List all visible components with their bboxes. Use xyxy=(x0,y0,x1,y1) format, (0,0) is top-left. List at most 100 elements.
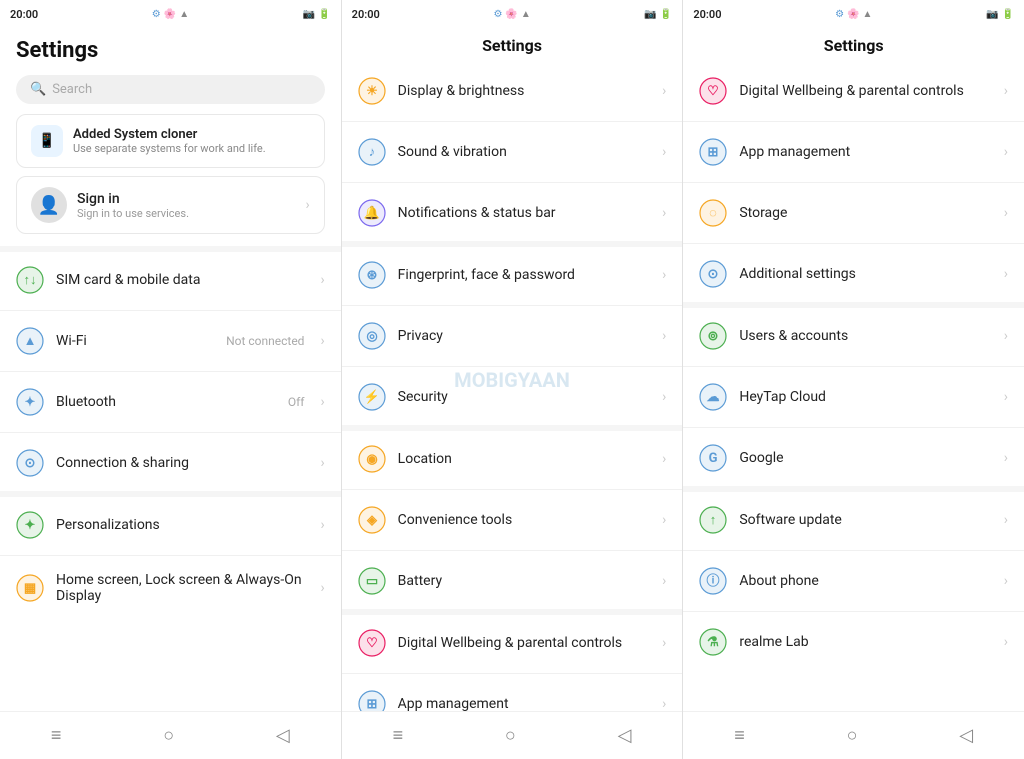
home-icon[interactable]: ○ xyxy=(505,725,516,746)
icon-fingerprint-icon: ⊛ xyxy=(358,261,386,289)
settings-label: Convenience tools xyxy=(398,512,650,528)
item-divider xyxy=(683,427,1024,428)
chevron-icon: › xyxy=(1004,450,1008,466)
svg-text:◌: ◌ xyxy=(709,206,717,221)
settings-label: Notifications & status bar xyxy=(398,205,650,221)
settings-label-wrap: Google xyxy=(739,450,991,466)
icon-security-icon: ⚡ xyxy=(358,383,386,411)
signin-card[interactable]: 👤 Sign in Sign in to use services. › xyxy=(16,176,325,234)
icon-personalize-icon: ✦ xyxy=(16,511,44,539)
settings-label: Fingerprint, face & password xyxy=(398,267,650,283)
settings-label-wrap: Software update xyxy=(739,512,991,528)
page-title: Settings xyxy=(342,28,683,65)
menu-icon[interactable]: ≡ xyxy=(734,725,745,746)
chevron-icon: › xyxy=(662,696,666,712)
section-divider xyxy=(683,486,1024,492)
chevron-icon: › xyxy=(1004,573,1008,589)
settings-item[interactable]: ⊙ Additional settings› xyxy=(683,248,1024,300)
settings-item[interactable]: ◎ Privacy› xyxy=(342,310,683,362)
chevron-icon: › xyxy=(1004,389,1008,405)
item-divider xyxy=(342,550,683,551)
settings-item[interactable]: ✦ BluetoothOff› xyxy=(0,376,341,428)
section-divider xyxy=(342,425,683,431)
settings-label-wrap: Users & accounts xyxy=(739,328,991,344)
item-divider xyxy=(0,310,341,311)
settings-item[interactable]: ◌ Storage› xyxy=(683,187,1024,239)
settings-label: Personalizations xyxy=(56,517,308,533)
promo-title: Added System cloner xyxy=(73,127,266,142)
status-center-icons: ⚙🌸▲ xyxy=(152,9,189,20)
screen-2: 20:00⚙🌸▲📷🔋Settings ☀ Display & brightnes… xyxy=(342,0,684,759)
bottom-nav: ≡ ○ ◁ xyxy=(683,711,1024,759)
chevron-icon: › xyxy=(1004,205,1008,221)
settings-item[interactable]: ◈ Convenience tools› xyxy=(342,494,683,546)
settings-item[interactable]: ☁ HeyTap Cloud› xyxy=(683,371,1024,423)
chevron-icon: › xyxy=(1004,512,1008,528)
chevron-icon: › xyxy=(662,328,666,344)
back-icon[interactable]: ◁ xyxy=(618,725,632,746)
menu-icon[interactable]: ≡ xyxy=(51,725,62,746)
settings-item[interactable]: 🔔 Notifications & status bar› xyxy=(342,187,683,239)
settings-label: Sound & vibration xyxy=(398,144,650,160)
settings-label: About phone xyxy=(739,573,991,589)
settings-item[interactable]: G Google › xyxy=(683,432,1024,484)
chevron-icon: › xyxy=(320,272,324,288)
settings-label: Privacy xyxy=(398,328,650,344)
settings-item[interactable]: ✦ Personalizations› xyxy=(0,499,341,551)
settings-label-wrap: Wi-Fi xyxy=(56,333,214,349)
screen-3: 20:00⚙🌸▲📷🔋Settings ♡ Digital Wellbeing &… xyxy=(683,0,1024,759)
icon-location-icon: ◉ xyxy=(358,445,386,473)
settings-item[interactable]: ♪ Sound & vibration› xyxy=(342,126,683,178)
back-icon[interactable]: ◁ xyxy=(276,725,290,746)
chevron-icon: › xyxy=(662,267,666,283)
status-right-icons: 📷🔋 xyxy=(644,9,672,20)
settings-item[interactable]: ⚗ realme Lab› xyxy=(683,616,1024,668)
icon-battery-icon: ▭ xyxy=(358,567,386,595)
item-divider xyxy=(0,371,341,372)
status-right-icons: 📷🔋 xyxy=(986,9,1014,20)
chevron-icon: › xyxy=(662,451,666,467)
svg-text:↑: ↑ xyxy=(710,513,717,528)
chevron-icon: › xyxy=(662,83,666,99)
section-divider xyxy=(683,302,1024,308)
settings-item[interactable]: ⚡ Security› xyxy=(342,371,683,423)
settings-item[interactable]: ▭ Battery› xyxy=(342,555,683,607)
menu-icon[interactable]: ≡ xyxy=(393,725,404,746)
item-divider xyxy=(342,305,683,306)
promo-card[interactable]: 📱 Added System cloner Use separate syste… xyxy=(16,114,325,168)
svg-text:♡: ♡ xyxy=(708,84,720,99)
status-time: 20:00 xyxy=(10,8,38,21)
settings-label-wrap: About phone xyxy=(739,573,991,589)
icon-users-icon: ⊚ xyxy=(699,322,727,350)
settings-item[interactable]: ♡ Digital Wellbeing & parental controls› xyxy=(683,65,1024,117)
settings-label: Connection & sharing xyxy=(56,455,308,471)
icon-digital-icon: ♡ xyxy=(699,77,727,105)
chevron-icon: › xyxy=(1004,83,1008,99)
settings-item[interactable]: ⊞ App management› xyxy=(683,126,1024,178)
item-divider xyxy=(683,243,1024,244)
icon-google-icon: G xyxy=(699,444,727,472)
search-bar[interactable]: 🔍Search xyxy=(16,75,325,104)
settings-item[interactable]: ▲ Wi-FiNot connected› xyxy=(0,315,341,367)
settings-item[interactable]: ⊛ Fingerprint, face & password › xyxy=(342,249,683,301)
settings-label: Bluetooth xyxy=(56,394,276,410)
settings-item[interactable]: ↑ Software update › xyxy=(683,494,1024,546)
settings-item[interactable]: ⊚ Users & accounts› xyxy=(683,310,1024,362)
settings-label-wrap: Home screen, Lock screen & Always-On Dis… xyxy=(56,572,308,604)
svg-text:⊙: ⊙ xyxy=(708,267,719,282)
settings-item[interactable]: ◉ Location› xyxy=(342,433,683,485)
settings-item[interactable]: ▦ Home screen, Lock screen & Always-On D… xyxy=(0,560,341,616)
settings-item[interactable]: ⊙ Connection & sharing› xyxy=(0,437,341,489)
home-icon[interactable]: ○ xyxy=(847,725,858,746)
settings-item[interactable]: ⓘ About phone› xyxy=(683,555,1024,607)
svg-text:G: G xyxy=(709,451,718,466)
settings-item[interactable]: ☀ Display & brightness› xyxy=(342,65,683,117)
settings-item[interactable]: ↑↓ SIM card & mobile data› xyxy=(0,254,341,306)
home-icon[interactable]: ○ xyxy=(163,725,174,746)
icon-notif-icon: 🔔 xyxy=(358,199,386,227)
back-icon[interactable]: ◁ xyxy=(959,725,973,746)
settings-label: Users & accounts xyxy=(739,328,991,344)
chevron-icon: › xyxy=(305,197,309,213)
settings-item[interactable]: ♡ Digital Wellbeing & parental controls› xyxy=(342,617,683,669)
search-placeholder: Search xyxy=(52,82,92,97)
